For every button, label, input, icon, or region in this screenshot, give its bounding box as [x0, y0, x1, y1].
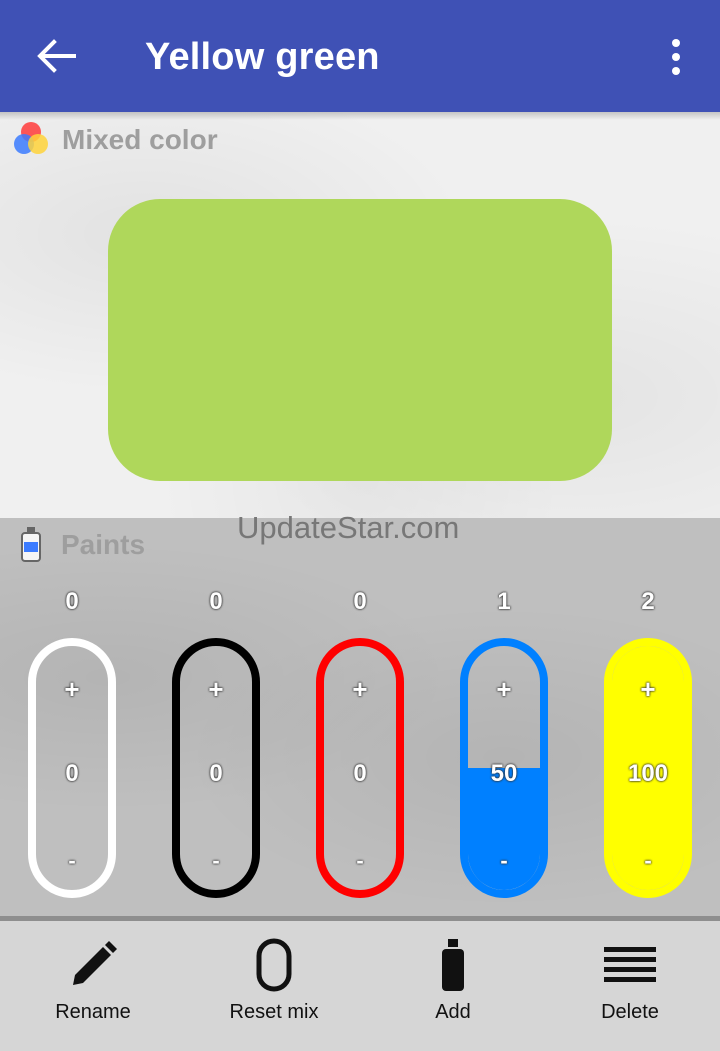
zero-icon — [256, 938, 292, 992]
increase-button[interactable]: + — [36, 674, 108, 705]
more-vert-icon[interactable] — [660, 36, 692, 80]
paint-value: 50 — [490, 760, 518, 787]
bottom-action-bar: Rename Reset mix Add Delete — [0, 921, 720, 1051]
paint-slider-yellow[interactable]: + 100 - — [604, 638, 692, 898]
paint-value: 0 — [353, 760, 367, 787]
add-label: Add — [435, 1001, 471, 1023]
paint-value: 0 — [209, 760, 223, 787]
page-title: Yellow green — [145, 36, 380, 78]
arrow-back-icon[interactable] — [34, 34, 78, 78]
pencil-icon — [73, 941, 117, 985]
paint-value: 100 — [627, 760, 669, 787]
rename-button[interactable]: Rename — [18, 921, 168, 1051]
paint-tube-icon — [442, 939, 464, 991]
paint-value: 0 — [65, 760, 79, 787]
paint-slider-blue[interactable]: + 50 - — [460, 638, 548, 898]
rename-label: Rename — [55, 1001, 131, 1023]
paint-count: 1 — [497, 588, 511, 615]
increase-button[interactable]: + — [180, 674, 252, 705]
decrease-button[interactable]: - — [612, 848, 684, 874]
decrease-button[interactable]: - — [468, 848, 540, 874]
paint-slider-black[interactable]: + 0 - — [172, 638, 260, 898]
increase-button[interactable]: + — [468, 674, 540, 705]
paint-slider-white[interactable]: + 0 - — [28, 638, 116, 898]
paints-label: Paints — [61, 529, 146, 560]
paint-count: 0 — [353, 588, 367, 615]
menu-lines-icon — [604, 947, 656, 982]
paint-count: 2 — [641, 588, 655, 615]
paint-count: 0 — [65, 588, 79, 615]
decrease-button[interactable]: - — [180, 848, 252, 874]
watermark-text: UpdateStar.com — [237, 510, 460, 545]
paint-bottle-icon — [21, 527, 41, 562]
decrease-button[interactable]: - — [324, 848, 396, 874]
increase-button[interactable]: + — [612, 674, 684, 705]
reset-mix-label: Reset mix — [229, 1001, 319, 1023]
increase-button[interactable]: + — [324, 674, 396, 705]
color-mix-icon — [14, 122, 48, 154]
paint-slider-red[interactable]: + 0 - — [316, 638, 404, 898]
decrease-button[interactable]: - — [36, 848, 108, 874]
delete-label: Delete — [601, 1001, 659, 1023]
delete-button[interactable]: Delete — [555, 921, 705, 1051]
add-button[interactable]: Add — [378, 921, 528, 1051]
mixed-color-swatch — [108, 199, 612, 481]
reset-mix-button[interactable]: Reset mix — [198, 921, 350, 1051]
mixed-color-label: Mixed color — [62, 124, 218, 155]
app-bar: Yellow green — [0, 0, 720, 112]
paint-count: 0 — [209, 588, 223, 615]
